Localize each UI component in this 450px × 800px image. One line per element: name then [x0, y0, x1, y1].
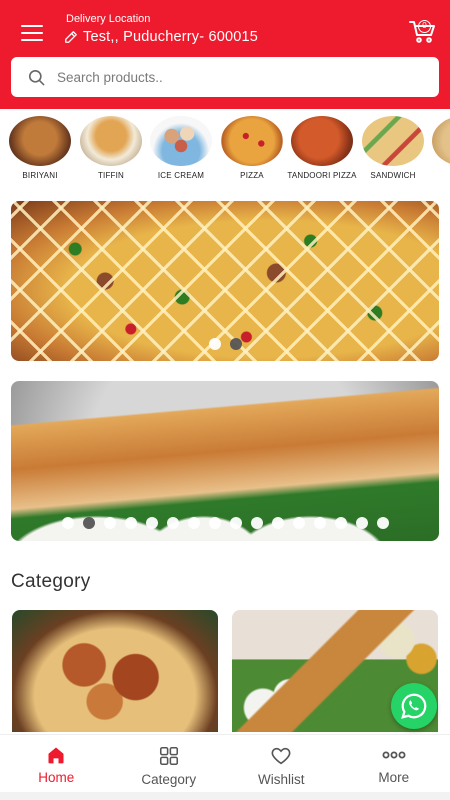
carousel-dot-active[interactable]: [82, 517, 95, 529]
whatsapp-button[interactable]: [391, 683, 437, 729]
category-label: BIRIYANI: [22, 171, 58, 180]
cart-count-badge: 0: [418, 20, 431, 33]
search-input[interactable]: [57, 69, 397, 85]
whatsapp-icon: [401, 693, 427, 719]
carousel-dot[interactable]: [334, 517, 347, 529]
category-tiffin[interactable]: TIFFIN: [76, 113, 146, 180]
category-ice-cream[interactable]: ICE CREAM: [146, 113, 216, 180]
pencil-icon: [65, 31, 77, 43]
category-label: TANDOORI PIZZA: [287, 171, 357, 180]
app-screen: Delivery Location Test,, Puducherry- 600…: [0, 0, 450, 800]
search-bar[interactable]: [11, 57, 439, 97]
category-partial[interactable]: S: [428, 113, 450, 180]
sandwich-image: [362, 116, 424, 166]
nav-wishlist[interactable]: Wishlist: [225, 735, 338, 792]
carousel-dot[interactable]: [271, 517, 284, 529]
banner-carousel-dots: [11, 517, 439, 529]
tiffin-image: [80, 116, 142, 166]
carousel-dot[interactable]: [229, 517, 242, 529]
carousel-dot-active[interactable]: [229, 338, 242, 350]
banner-carousel-dots: [11, 338, 439, 350]
carousel-dot[interactable]: [145, 517, 158, 529]
home-icon: [48, 747, 64, 764]
category-strip[interactable]: BIRIYANI TIFFIN ICE CREAM PIZZA TANDOORI…: [0, 113, 450, 188]
category-sandwich[interactable]: SANDWICH: [358, 113, 428, 180]
search-icon: [28, 69, 45, 85]
nav-category[interactable]: Category: [113, 735, 226, 792]
nav-label: Category: [141, 772, 197, 787]
heart-icon: [271, 747, 291, 765]
category-label: S: [428, 171, 450, 180]
delivery-location-value: Test,, Puducherry- 600015: [83, 29, 259, 45]
dosa-idli-banner[interactable]: [11, 381, 439, 541]
category-tandoori-pizza[interactable]: TANDOORI PIZZA: [287, 113, 357, 180]
system-navigation-bar: [0, 792, 450, 800]
carousel-dot[interactable]: [187, 517, 200, 529]
nav-label: Home: [38, 770, 75, 785]
delivery-location-selector[interactable]: Test,, Puducherry- 600015: [64, 29, 258, 45]
more-dots-icon: [382, 751, 406, 759]
nav-home[interactable]: Home: [0, 735, 113, 792]
tandoori-pizza-image: [291, 116, 353, 166]
carousel-dot[interactable]: [166, 517, 179, 529]
pizza-banner[interactable]: [11, 201, 439, 361]
biriyani-image: [9, 116, 71, 166]
carousel-dot[interactable]: [292, 517, 305, 529]
pizza-image: [221, 116, 283, 166]
carousel-dot[interactable]: [124, 517, 137, 529]
category-label: TIFFIN: [97, 171, 125, 180]
category-biriyani[interactable]: BIRIYANI: [5, 113, 75, 180]
nav-label: More: [378, 770, 410, 785]
carousel-dot[interactable]: [208, 338, 221, 350]
carousel-dot[interactable]: [61, 517, 74, 529]
carousel-dot[interactable]: [355, 517, 368, 529]
header-bar: Delivery Location Test,, Puducherry- 600…: [0, 0, 450, 109]
category-section-title: Category: [11, 571, 91, 592]
carousel-dot[interactable]: [103, 517, 116, 529]
biriyani-card[interactable]: [12, 610, 218, 732]
nav-more[interactable]: More: [338, 735, 450, 792]
category-label: SANDWICH: [370, 171, 416, 180]
ice-cream-image: [150, 116, 212, 166]
category-label: ICE CREAM: [157, 171, 205, 180]
nav-label: Wishlist: [258, 772, 305, 787]
bottom-navigation: Home Category Wishlist More: [0, 734, 450, 792]
category-label: PIZZA: [240, 171, 264, 180]
category-pizza[interactable]: PIZZA: [217, 113, 287, 180]
delivery-location-label: Delivery Location: [66, 13, 151, 25]
carousel-dot[interactable]: [208, 517, 221, 529]
carousel-dot[interactable]: [313, 517, 326, 529]
hamburger-menu-icon[interactable]: [21, 25, 45, 42]
carousel-dot[interactable]: [250, 517, 263, 529]
grid-icon: [159, 746, 178, 766]
carousel-dot[interactable]: [376, 517, 389, 529]
partial-category-image: [432, 116, 450, 166]
